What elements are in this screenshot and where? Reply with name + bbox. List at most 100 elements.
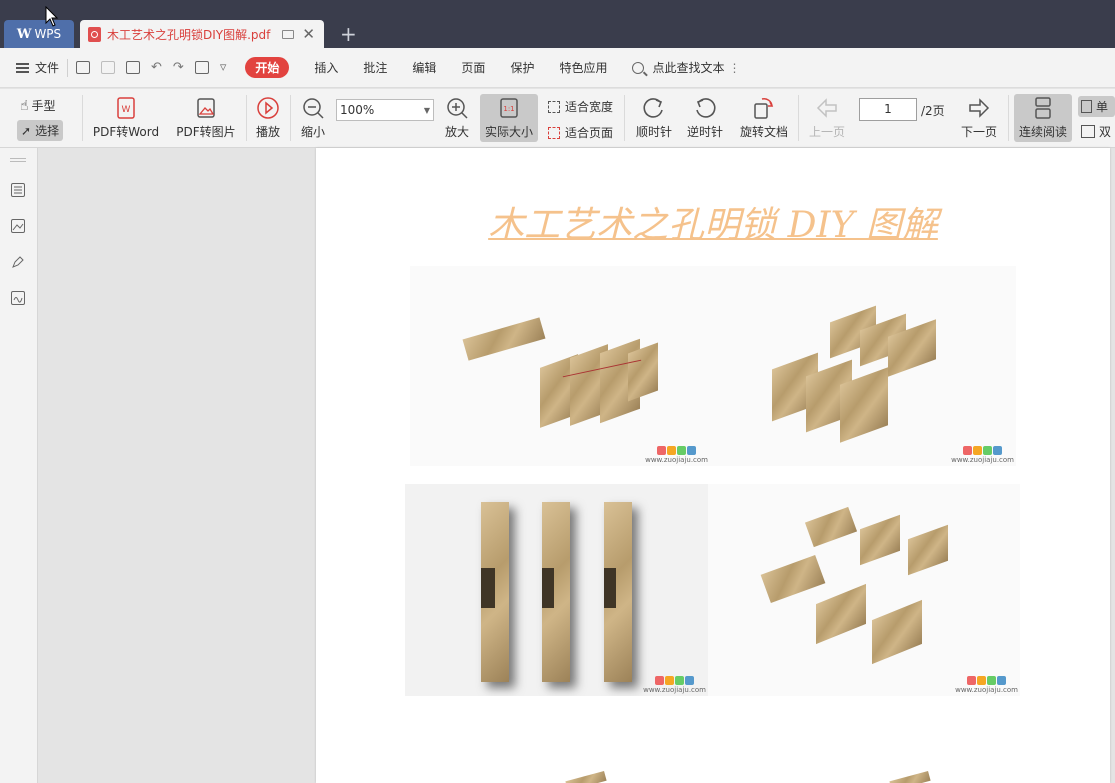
search-icon	[632, 61, 645, 74]
zoom-level-value: 100%	[340, 103, 375, 117]
document-title: 木工艺术之孔明锁 DIY 图解	[488, 205, 938, 246]
hamburger-icon	[16, 62, 29, 73]
pin-tab-icon[interactable]	[282, 29, 295, 39]
hand-tool-label: 手型	[31, 99, 56, 113]
close-tab-icon[interactable]: ✕	[302, 25, 315, 43]
rotate-clockwise-icon	[642, 95, 666, 121]
svg-text:1:1: 1:1	[503, 105, 514, 113]
tab-page[interactable]: 页面	[461, 59, 485, 76]
tab-start[interactable]: 开始	[245, 57, 290, 78]
arrow-right-icon	[967, 95, 991, 121]
rotate-document-button[interactable]: 旋转文档	[738, 95, 790, 140]
rotate-counterclockwise-label: 逆时针	[686, 125, 723, 139]
zoom-in-button[interactable]: 放大	[442, 95, 472, 140]
wood-piece	[565, 770, 607, 783]
lock-photo-1: www.zuojiaju.com	[410, 266, 710, 466]
double-page-button[interactable]: 双	[1081, 123, 1111, 140]
fit-width-label: 适合宽度	[565, 100, 614, 114]
quick-access-dropdown-icon[interactable]: ▿	[220, 60, 227, 75]
open-folder-icon[interactable]	[76, 61, 91, 74]
toolbar-separator	[1008, 95, 1009, 141]
wood-piece	[908, 524, 948, 576]
wps-home-tab[interactable]: W WPS	[4, 20, 74, 48]
hand-tool-button[interactable]: ☝ 手型	[20, 97, 56, 114]
tab-comment[interactable]: 批注	[363, 59, 387, 76]
svg-text:W: W	[122, 105, 131, 115]
toolbar: ☝ 手型 ➚ 选择 W PDF转Word PDF转图片 播放 缩小 100% ▼…	[0, 89, 1115, 148]
redo-icon[interactable]: ↷	[173, 60, 184, 75]
toolbar-separator	[82, 95, 83, 141]
find-text-search[interactable]: 点此查找文本 ⋮	[632, 59, 740, 76]
tab-special-apps[interactable]: 特色应用	[559, 59, 607, 76]
notch	[542, 568, 554, 608]
pdf-to-word-button[interactable]: W PDF转Word	[92, 95, 160, 140]
save-icon[interactable]	[101, 61, 116, 74]
toolbar-separator	[290, 95, 291, 141]
zoom-out-button[interactable]: 缩小	[298, 95, 328, 140]
single-page-icon	[1081, 100, 1092, 113]
double-page-icon	[1081, 125, 1095, 138]
zoom-level-select[interactable]: 100% ▼	[336, 99, 434, 121]
page-number-input[interactable]: 1	[859, 98, 917, 121]
actual-size-icon: 1:1	[497, 95, 521, 121]
single-page-label: 单	[1096, 100, 1109, 114]
new-tab-button[interactable]: +	[340, 22, 357, 46]
file-menu-label: 文件	[35, 61, 60, 75]
wood-piece	[804, 506, 858, 548]
fit-width-button[interactable]: 适合宽度	[548, 98, 613, 115]
play-button[interactable]: 播放	[252, 95, 284, 140]
print-icon[interactable]	[126, 61, 141, 74]
next-page-button[interactable]: 下一页	[958, 95, 1000, 140]
actual-size-label: 实际大小	[484, 125, 533, 139]
undo-icon[interactable]: ↶	[151, 60, 162, 75]
rotate-clockwise-button[interactable]: 顺时针	[634, 95, 674, 140]
file-menu-button[interactable]: 文件	[16, 59, 59, 76]
sidebar-grip[interactable]	[10, 158, 26, 159]
continuous-reading-icon	[1031, 95, 1055, 121]
document-tab[interactable]: 木工艺术之孔明锁DIY图解.pdf ✕	[80, 20, 324, 48]
tab-protect[interactable]: 保护	[510, 59, 534, 76]
annotation-icon[interactable]	[10, 254, 26, 270]
tab-insert[interactable]: 插入	[314, 59, 338, 76]
pdf-to-word-icon: W	[114, 95, 138, 121]
zoom-in-label: 放大	[444, 125, 469, 139]
pdf-to-image-label: PDF转图片	[176, 125, 236, 139]
wood-piece	[872, 599, 922, 665]
watermark: www.zuojiaju.com	[951, 446, 1014, 464]
fit-page-icon	[548, 126, 560, 139]
toolbar-separator	[798, 95, 799, 141]
fit-page-label: 适合页面	[565, 126, 614, 140]
find-text-label: 点此查找文本	[652, 61, 725, 75]
fit-width-icon	[548, 100, 560, 113]
lock-photo-3: www.zuojiaju.com	[405, 484, 708, 696]
single-page-button[interactable]: 单	[1078, 96, 1115, 117]
wps-pdf-window: W WPS 木工艺术之孔明锁DIY图解.pdf ✕ + 文件 ↶ ↷ ▿ 开始 …	[0, 0, 1115, 783]
select-tool-button[interactable]: ➚ 选择	[17, 120, 64, 141]
more-options-icon[interactable]: ⋮	[728, 61, 740, 75]
wood-piece	[760, 554, 826, 604]
pdf-to-image-button[interactable]: PDF转图片	[176, 95, 236, 140]
wood-piece	[628, 342, 658, 402]
arrow-left-icon	[815, 95, 839, 121]
page-total-label: /2页	[921, 104, 945, 118]
rotate-counterclockwise-icon	[693, 95, 717, 121]
continuous-reading-button[interactable]: 连续阅读	[1014, 94, 1072, 142]
rotate-document-icon	[752, 95, 776, 121]
play-icon	[256, 95, 280, 121]
wood-piece	[462, 317, 546, 361]
tab-edit[interactable]: 编辑	[412, 59, 436, 76]
thumbnail-icon[interactable]	[10, 218, 26, 234]
rotate-document-label: 旋转文档	[739, 125, 788, 139]
chevron-down-icon: ▼	[423, 105, 430, 115]
actual-size-button[interactable]: 1:1 实际大小	[480, 94, 538, 142]
export-icon[interactable]	[194, 61, 209, 74]
double-page-label: 双	[1099, 125, 1112, 139]
wps-home-tab-label: WPS	[34, 27, 62, 41]
previous-page-button[interactable]: 上一页	[806, 95, 848, 140]
toolbar-separator	[246, 95, 247, 141]
outline-icon[interactable]	[10, 182, 26, 198]
title-bar: W WPS 木工艺术之孔明锁DIY图解.pdf ✕ +	[0, 0, 1115, 48]
fit-page-button[interactable]: 适合页面	[548, 124, 613, 141]
rotate-counterclockwise-button[interactable]: 逆时针	[685, 95, 725, 140]
signature-icon[interactable]	[10, 290, 26, 306]
